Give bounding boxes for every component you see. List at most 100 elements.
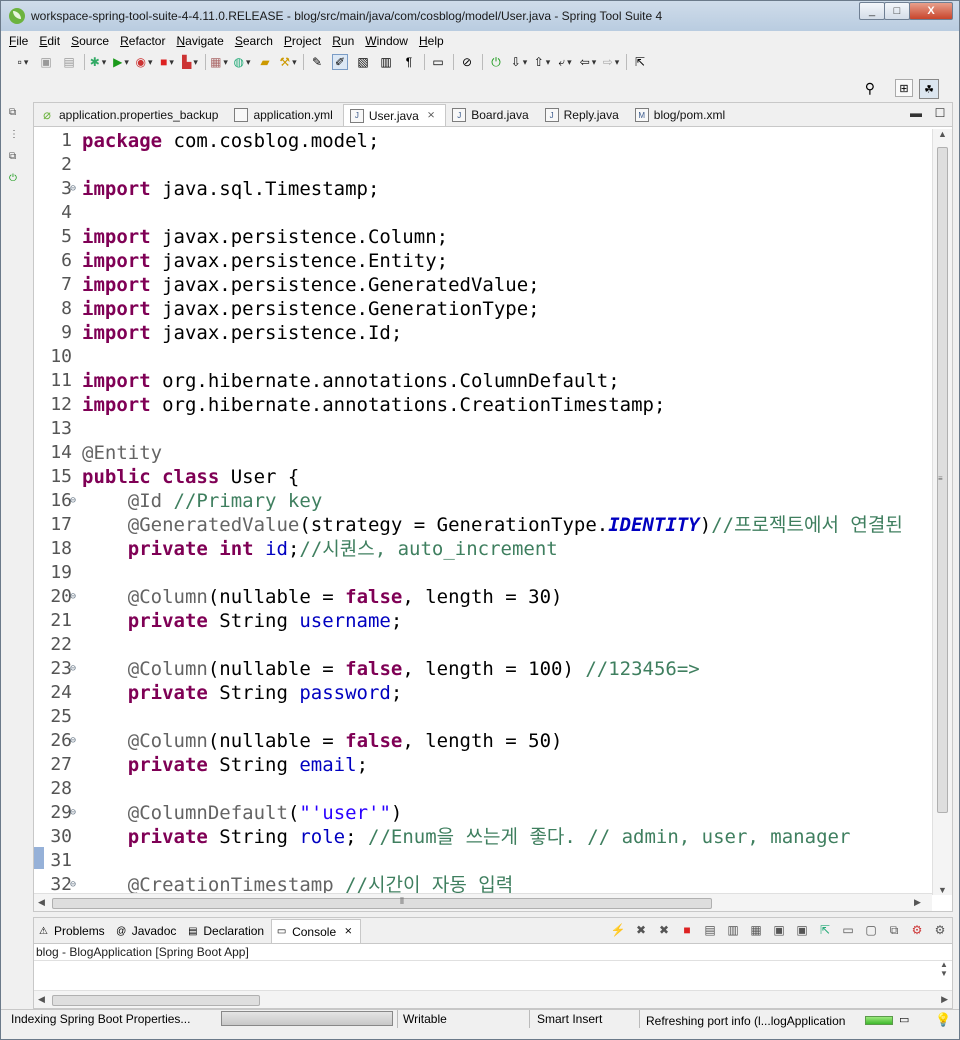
code-line[interactable]: 1 package com.cosblog.model; <box>34 129 930 153</box>
scroll-up-icon[interactable]: ▲ <box>938 129 947 139</box>
tab-user-java[interactable]: J User.java ⨯ <box>342 104 447 126</box>
boot-dashboard-icon[interactable]: ⏻ <box>9 173 21 185</box>
code-line[interactable]: 32 ⊖ @CreationTimestamp //시간이 자동 입력 <box>34 873 930 895</box>
open-console-icon[interactable]: ▢ <box>863 922 879 938</box>
scrollbar-thumb[interactable] <box>52 995 260 1006</box>
terminate-icon[interactable]: ■ <box>679 922 695 938</box>
search-tool-icon[interactable]: ⚒ <box>279 54 296 70</box>
close-tab-icon[interactable]: ⨯ <box>344 926 352 937</box>
code-line[interactable]: 11 import org.hibernate.annotations.Colum… <box>34 369 930 393</box>
quick-access-search-icon[interactable]: ⚲ <box>865 80 875 97</box>
highlight-icon[interactable]: ✐ <box>332 54 348 70</box>
maximize-editor-icon[interactable]: ☐ <box>932 106 948 120</box>
run-external-icon[interactable]: ◉ <box>136 54 152 70</box>
tip-bulb-icon[interactable]: 💡 <box>935 1012 951 1028</box>
last-edit-icon[interactable]: ⤶ <box>557 54 573 70</box>
scroll-right-icon[interactable]: ▶ <box>941 994 948 1005</box>
console-output[interactable] <box>34 960 952 990</box>
tab-blog-pom-xml[interactable]: Mblog/pom.xml <box>629 104 735 126</box>
new-class-icon[interactable]: ◍ <box>234 54 250 70</box>
fold-toggle-icon[interactable]: ⊖ <box>70 489 76 513</box>
code-line[interactable]: 24 private String password; <box>34 681 930 705</box>
save-all-icon[interactable]: ▤ <box>61 54 77 70</box>
scroll-left-icon[interactable]: ◀ <box>38 897 45 908</box>
console-horizontal-scrollbar[interactable]: ◀ ▶ <box>34 990 952 1008</box>
code-line[interactable]: 2 <box>34 153 930 177</box>
code-line[interactable]: 29 ⊖ @ColumnDefault("'user'") <box>34 801 930 825</box>
fold-toggle-icon[interactable]: ⊖ <box>70 801 76 825</box>
tab-board-java[interactable]: J Board.java <box>446 104 538 126</box>
editor-horizontal-scrollbar[interactable]: ◀ ⦀ ▶ <box>34 893 932 911</box>
menu-window[interactable]: Window <box>365 34 408 48</box>
code-line[interactable]: 12 import org.hibernate.annotations.Creat… <box>34 393 930 417</box>
word-wrap-icon[interactable]: ▦ <box>748 922 764 938</box>
run-icon[interactable]: ▶ <box>113 54 129 70</box>
restore-view-icon[interactable]: ⧉ <box>9 107 21 119</box>
code-line[interactable]: 17 @GeneratedValue(strategy = Generation… <box>34 513 930 537</box>
relaunch-icon[interactable]: ▙ <box>182 54 198 70</box>
code-line[interactable]: 8 import javax.persistence.GenerationType… <box>34 297 930 321</box>
menu-run[interactable]: Run <box>332 34 354 48</box>
code-line[interactable]: 27 private String email; <box>34 753 930 777</box>
show-whitespace-icon[interactable]: ¶ <box>401 54 417 70</box>
fold-toggle-icon[interactable]: ⊖ <box>70 177 76 201</box>
maximize-button[interactable]: □ <box>884 2 910 20</box>
menu-file[interactable]: File <box>9 34 28 48</box>
status-progress-bar[interactable] <box>221 1011 393 1026</box>
save-icon[interactable]: ▣ <box>38 54 54 70</box>
code-line[interactable]: 25 <box>34 705 930 729</box>
boot-dashboard-icon[interactable]: ⏻ <box>488 54 504 70</box>
display-console-icon[interactable]: ▭ <box>840 922 856 938</box>
console-vertical-scrollbar[interactable]: ▲ ▼ <box>936 960 952 990</box>
copy-icon[interactable]: ⧉ <box>886 922 902 938</box>
code-line[interactable]: 5 import javax.persistence.Column; <box>34 225 930 249</box>
code-line[interactable]: 26 ⊖ @Column(nullable = false, length = 5… <box>34 729 930 753</box>
minimize-button[interactable]: _ <box>859 2 885 20</box>
menu-help[interactable]: Help <box>419 34 444 48</box>
minimize-editor-icon[interactable]: ▬ <box>908 106 924 120</box>
code-line[interactable]: 16 ⊖ @Id //Primary key <box>34 489 930 513</box>
code-line[interactable]: 3 ⊖ import java.sql.Timestamp; <box>34 177 930 201</box>
code-line[interactable]: 7 import javax.persistence.GeneratedValue… <box>34 273 930 297</box>
menu-project[interactable]: Project <box>284 34 321 48</box>
forward-icon[interactable]: ⇨ <box>603 54 619 70</box>
skip-breakpoints-icon[interactable]: ⊘ <box>459 54 475 70</box>
menu-search[interactable]: Search <box>235 34 273 48</box>
scroll-lock-icon[interactable]: ▥ <box>725 922 741 938</box>
code-line[interactable]: 6 import javax.persistence.Entity; <box>34 249 930 273</box>
ansi-console-icon[interactable]: ⚙ <box>909 922 925 938</box>
fold-toggle-icon[interactable]: ⊖ <box>70 585 76 609</box>
tab-application-yml[interactable]: application.yml <box>228 104 342 126</box>
relaunch-icon[interactable]: ⚡ <box>610 922 626 938</box>
menu-edit[interactable]: Edit <box>39 34 60 48</box>
word-wrap-icon[interactable]: ▥ <box>378 54 394 70</box>
code-line[interactable]: 22 <box>34 633 930 657</box>
status-progress-indicator[interactable] <box>865 1016 893 1025</box>
code-line[interactable]: 20 ⊖ @Column(nullable = false, length = 3… <box>34 585 930 609</box>
previous-annotation-icon[interactable]: ⇧ <box>534 54 550 70</box>
stop-icon[interactable]: ■ <box>159 54 175 70</box>
code-line[interactable]: 18 private int id;//시퀀스, auto_increment <box>34 537 930 561</box>
clear-console-icon[interactable]: ▤ <box>702 922 718 938</box>
code-line[interactable]: 9 import javax.persistence.Id; <box>34 321 930 345</box>
restore-view-icon[interactable]: ⧉ <box>9 151 21 163</box>
code-line[interactable]: 14 @Entity <box>34 441 930 465</box>
editor-vertical-scrollbar[interactable]: ▲ ≡ ▼ <box>932 129 952 895</box>
tab-declaration[interactable]: ▤ Declaration <box>183 919 271 943</box>
remove-launch-icon[interactable]: ✖ <box>633 922 649 938</box>
new-icon[interactable]: ▫ <box>15 54 31 70</box>
menu-source[interactable]: Source <box>71 34 109 48</box>
menu-navigate[interactable]: Navigate <box>176 34 223 48</box>
fold-toggle-icon[interactable]: ⊖ <box>70 729 76 753</box>
tab-console[interactable]: ▭ Console ⨯ <box>271 919 361 943</box>
close-tab-icon[interactable]: ⨯ <box>427 110 435 121</box>
pin-console-icon[interactable]: ⇱ <box>817 922 833 938</box>
code-line[interactable]: 30 private String role; //Enum을 쓰는게 좋다. … <box>34 825 930 849</box>
back-icon[interactable]: ⇦ <box>580 54 596 70</box>
code-line[interactable]: 19 <box>34 561 930 585</box>
tab-reply-java[interactable]: J Reply.java <box>539 104 629 126</box>
scrollbar-thumb[interactable] <box>52 898 712 909</box>
code-line[interactable]: 13 <box>34 417 930 441</box>
code-line[interactable]: 28 <box>34 777 930 801</box>
close-button[interactable]: X <box>909 2 953 20</box>
